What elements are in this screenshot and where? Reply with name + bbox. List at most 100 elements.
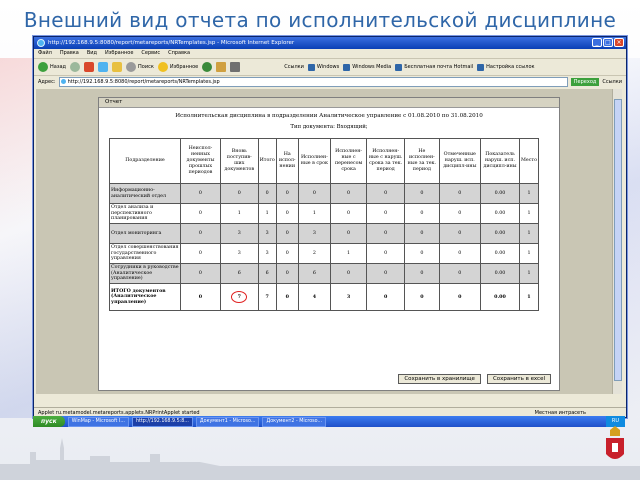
table-row-total: ИТОГО документов (Аналитическое управлен… xyxy=(109,283,540,311)
windows-media-icon xyxy=(343,63,351,71)
cell: 0 xyxy=(404,183,440,204)
customize-icon xyxy=(477,63,485,71)
history-button[interactable] xyxy=(202,62,213,72)
windows-icon xyxy=(307,63,315,71)
refresh-button[interactable] xyxy=(98,62,109,72)
cell: 0.00 xyxy=(480,203,520,224)
save-to-excel-button[interactable]: Сохранить в excel xyxy=(486,374,551,384)
link-customize[interactable]: Настройка ссылок xyxy=(477,63,535,71)
cell: 3 xyxy=(330,283,368,311)
col-header-on-time: Исполнен-ные в срок xyxy=(297,138,332,184)
cell: 1 xyxy=(518,183,540,204)
discipline-table: Подразделение Неиспол-ненных документы п… xyxy=(109,138,540,311)
link-windows[interactable]: Windows xyxy=(307,63,340,71)
address-input[interactable]: http://192.168.9.5:8080/report/metarepor… xyxy=(58,76,568,87)
maximize-button[interactable]: □ xyxy=(603,38,613,47)
col-header-index: Показатель наруш. исп. дисципл-ины xyxy=(480,138,520,184)
menu-view[interactable]: Вид xyxy=(87,49,97,58)
mail-button[interactable] xyxy=(216,62,227,72)
row-unit: Информационно-аналитический отдел xyxy=(109,183,181,204)
cell: 1 xyxy=(297,203,332,224)
taskbar-item[interactable]: http://192.168.9.5:8... xyxy=(131,416,193,427)
scrollbar-thumb[interactable] xyxy=(614,99,622,381)
taskbar-item[interactable]: Документ1 - Microso... xyxy=(195,416,260,427)
cell: 1 xyxy=(330,243,368,264)
cell: 0 xyxy=(366,223,406,244)
col-header-unexecuted: Не исполнен-ные за тек. период xyxy=(404,138,440,184)
cell: 0 xyxy=(275,283,299,311)
home-icon xyxy=(112,62,123,72)
row-unit: Отдел мониторинга xyxy=(109,223,181,244)
menu-bar: Файл Правка Вид Избранное Сервис Справка xyxy=(34,49,626,59)
table-header-row: Подразделение Неиспол-ненных документы п… xyxy=(109,138,540,184)
minimize-button[interactable]: _ xyxy=(592,38,602,47)
cell: 0.00 xyxy=(480,223,520,244)
forward-button[interactable] xyxy=(70,62,81,72)
search-label: Поиск xyxy=(138,64,154,70)
link-hotmail[interactable]: Бесплатная почта Hotmail xyxy=(395,63,473,71)
links-label: Ссылки xyxy=(284,64,304,70)
taskbar-item[interactable]: WinMap - Microsoft I... xyxy=(67,416,129,427)
hotmail-icon xyxy=(395,63,403,71)
cell: 6 xyxy=(297,263,332,284)
menu-tools[interactable]: Сервис xyxy=(141,49,160,58)
star-icon xyxy=(157,62,168,72)
vertical-scrollbar[interactable] xyxy=(612,89,622,394)
print-icon xyxy=(230,62,241,72)
back-button[interactable]: Назад xyxy=(38,62,66,72)
window-title: http://192.168.9.5:8080/report/metarepor… xyxy=(48,40,295,46)
cell: 0 xyxy=(366,243,406,264)
cell: 0 xyxy=(404,283,440,311)
cell: 0 xyxy=(366,283,406,311)
cell: 0 xyxy=(275,183,299,204)
toolbar: Назад Поиск Избранное Ссылки Windows Win… xyxy=(34,59,626,76)
cell: 0.00 xyxy=(480,283,520,311)
report-actions: Сохранить в хранилище Сохранить в excel xyxy=(398,374,551,384)
link-windows-label: Windows xyxy=(316,64,340,70)
cell: 0 xyxy=(330,203,368,224)
col-header-late: Исполнен-ные с наруш. срока за тек. пери… xyxy=(366,138,406,184)
cell: 0 xyxy=(180,263,221,284)
address-label: Адрес: xyxy=(38,78,56,85)
menu-edit[interactable]: Правка xyxy=(60,49,79,58)
forward-arrow-icon xyxy=(70,62,81,72)
table-row: Отдел совершенствования государственного… xyxy=(109,243,540,264)
close-button[interactable]: × xyxy=(614,38,624,47)
home-button[interactable] xyxy=(112,62,123,72)
row-unit: Сотрудники в руководстве (Аналитическое … xyxy=(109,263,181,284)
address-links-label: Ссылки xyxy=(602,78,622,85)
print-button[interactable] xyxy=(230,62,241,72)
row-unit: Отдел совершенствования государственного… xyxy=(109,243,181,264)
cell: 0 xyxy=(330,183,368,204)
cell: 0 xyxy=(275,243,299,264)
table-row: Отдел мониторинга 0 3 3 0 3 0 0 0 0 0.00… xyxy=(109,223,540,244)
taskbar-item[interactable]: Документ2 - Microso... xyxy=(262,416,327,427)
link-windows-media-label: Windows Media xyxy=(352,64,392,70)
stop-button[interactable] xyxy=(84,62,95,72)
col-header-prev: Неиспол-ненных документы прошлых периодо… xyxy=(180,138,221,184)
highlight-circle: 7 xyxy=(231,291,248,303)
slide-title: Внешний вид отчета по исполнительской ди… xyxy=(23,8,617,32)
menu-favorites[interactable]: Избранное xyxy=(105,49,133,58)
cell: 0 xyxy=(219,183,259,204)
link-windows-media[interactable]: Windows Media xyxy=(343,63,392,71)
save-to-storage-button[interactable]: Сохранить в хранилище xyxy=(398,374,481,384)
history-icon xyxy=(202,62,213,72)
col-header-extended: Исполнен-ные с перенесом срока xyxy=(330,138,368,184)
taskbar: пуск WinMap - Microsoft I... http://192.… xyxy=(33,416,625,427)
menu-help[interactable]: Справка xyxy=(168,49,190,58)
favorites-button[interactable]: Избранное xyxy=(157,62,198,72)
cell: 0 xyxy=(366,263,406,284)
cell: 0 xyxy=(297,183,332,204)
search-button[interactable]: Поиск xyxy=(126,62,154,72)
cell: 0 xyxy=(330,223,368,244)
cell: 3 xyxy=(219,243,259,264)
ie-icon xyxy=(37,39,45,47)
col-header-violations: Отмеченные наруш. исп. дисципл-ины xyxy=(438,138,482,184)
cell: 1 xyxy=(518,263,540,284)
start-button[interactable]: пуск xyxy=(33,416,65,427)
cell-highlighted: 7 xyxy=(219,283,259,311)
cell: 0 xyxy=(438,183,482,204)
menu-file[interactable]: Файл xyxy=(38,49,52,58)
go-button[interactable]: Переход xyxy=(570,77,600,86)
